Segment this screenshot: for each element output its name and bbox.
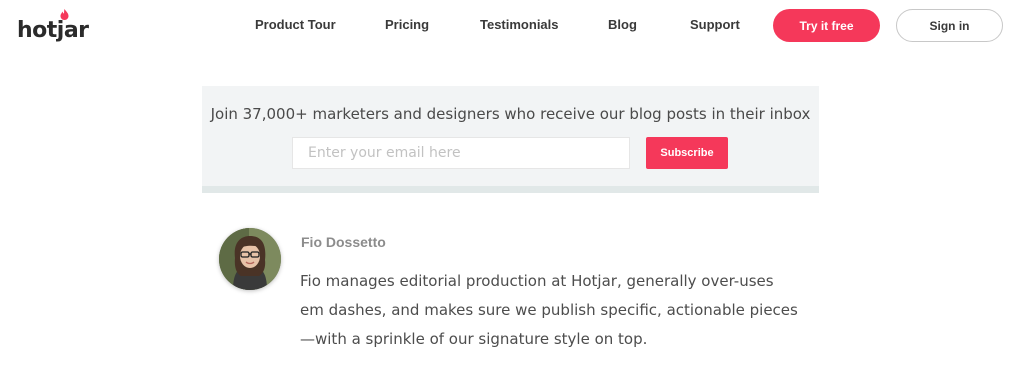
author-photo — [219, 228, 281, 290]
try-it-free-button[interactable]: Try it free — [773, 9, 880, 42]
author-avatar — [219, 228, 281, 290]
nav-blog[interactable]: Blog — [608, 17, 637, 33]
site-header: hotjar Product Tour Pricing Testimonials… — [0, 0, 1024, 52]
nav-product-tour[interactable]: Product Tour — [255, 17, 336, 33]
newsletter-signup: Join 37,000+ marketers and designers who… — [202, 86, 819, 193]
email-input[interactable] — [292, 137, 630, 169]
flame-icon — [60, 9, 69, 20]
nav-support[interactable]: Support — [690, 17, 740, 33]
nav-testimonials[interactable]: Testimonials — [480, 17, 559, 33]
sign-in-button[interactable]: Sign in — [896, 9, 1003, 42]
hotjar-logo[interactable]: hotjar — [17, 9, 89, 43]
subscribe-button[interactable]: Subscribe — [646, 137, 728, 169]
logo-text: hotjar — [17, 18, 89, 43]
author-name: Fio Dossetto — [301, 234, 386, 250]
author-bio: Fio manages editorial production at Hotj… — [300, 272, 798, 348]
nav-pricing[interactable]: Pricing — [385, 17, 429, 33]
newsletter-text: Join 37,000+ marketers and designers who… — [210, 105, 811, 123]
newsletter-divider — [202, 186, 819, 193]
